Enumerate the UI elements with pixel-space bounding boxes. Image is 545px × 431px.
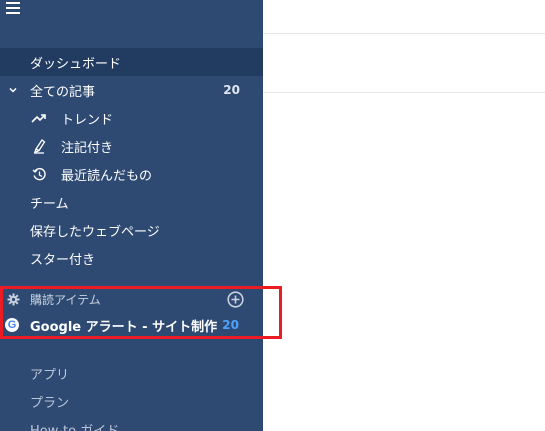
sidebar-item-annotated[interactable]: 注記付き bbox=[0, 132, 263, 160]
sidebar-item-recently-read[interactable]: 最近読んだもの bbox=[0, 160, 263, 188]
sidebar-item-howto[interactable]: How-to ガイド bbox=[0, 415, 263, 431]
subscriptions-header: 購読アイテム bbox=[0, 285, 263, 313]
main-content bbox=[263, 0, 545, 431]
feed-item-label: Google アラート - サイト制作 bbox=[30, 319, 218, 335]
sidebar-item-trend[interactable]: トレンド bbox=[0, 104, 263, 132]
article-count: 20 bbox=[223, 83, 240, 97]
sidebar-item-label: プラン bbox=[30, 395, 70, 411]
sidebar-item-label: 注記付き bbox=[61, 140, 114, 156]
sidebar-item-apps[interactable]: アプリ bbox=[0, 359, 263, 387]
highlighter-icon bbox=[31, 138, 47, 154]
sidebar-item-label: アプリ bbox=[30, 367, 70, 383]
sidebar-item-label: 全ての記事 bbox=[30, 84, 96, 100]
sidebar-item-label: 保存したウェブページ bbox=[30, 224, 160, 240]
sidebar-item-dashboard[interactable]: ダッシュボード bbox=[0, 48, 263, 76]
feed-unread-count: 20 bbox=[222, 318, 239, 332]
chevron-down-icon[interactable] bbox=[7, 85, 19, 95]
trending-up-icon bbox=[31, 112, 47, 124]
history-icon bbox=[31, 167, 47, 182]
sidebar-item-label: トレンド bbox=[61, 112, 114, 128]
sidebar-item-label: ダッシュボード bbox=[30, 56, 122, 72]
sidebar-item-label: How-to ガイド bbox=[30, 423, 120, 431]
sidebar-item-label: 最近読んだもの bbox=[61, 168, 153, 184]
sidebar-item-team[interactable]: チーム bbox=[0, 188, 263, 216]
divider bbox=[263, 33, 545, 34]
hamburger-menu-icon[interactable] bbox=[6, 2, 20, 14]
gear-icon[interactable] bbox=[6, 293, 20, 306]
sidebar-item-starred[interactable]: スター付き bbox=[0, 244, 263, 272]
sidebar-item-plans[interactable]: プラン bbox=[0, 387, 263, 415]
google-icon: G bbox=[5, 318, 19, 332]
sidebar-item-label: スター付き bbox=[30, 252, 96, 268]
sidebar: ダッシュボード 全ての記事 20 トレンド 注記付き 最近読んだもの チーム 保… bbox=[0, 0, 263, 431]
sidebar-item-label: チーム bbox=[30, 196, 69, 212]
add-subscription-icon[interactable] bbox=[227, 290, 244, 308]
sidebar-item-saved-pages[interactable]: 保存したウェブページ bbox=[0, 216, 263, 244]
sidebar-item-all-articles[interactable]: 全ての記事 20 bbox=[0, 76, 263, 104]
divider bbox=[263, 92, 545, 93]
feed-item-google-alerts[interactable]: G Google アラート - サイト制作 20 bbox=[0, 311, 263, 339]
section-header-label: 購読アイテム bbox=[30, 292, 101, 307]
